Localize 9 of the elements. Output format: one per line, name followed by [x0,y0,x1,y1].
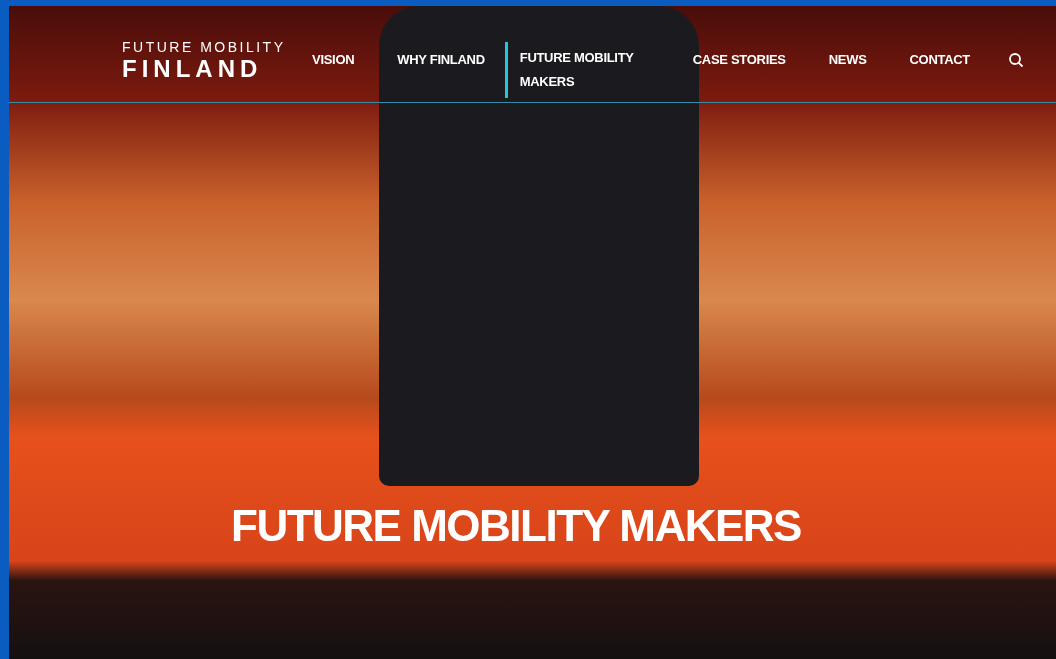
nav-link[interactable]: CASE STORIES [669,48,806,72]
nav-link[interactable]: VISION [289,48,375,72]
nav-link[interactable]: NEWS [805,48,887,72]
logo-text[interactable]: FUTURE MOBILITY [122,38,282,56]
nav-link[interactable]: CONTACT [886,48,990,72]
nav-link[interactable]: FUTURE MOBILITY MAKERS [504,42,670,98]
nav-link[interactable]: WHY FINLAND [374,48,505,72]
logo-wordmark[interactable]: FINLAND [122,56,282,82]
hero-title: FUTURE MOBILITY MAKERS [231,501,801,551]
